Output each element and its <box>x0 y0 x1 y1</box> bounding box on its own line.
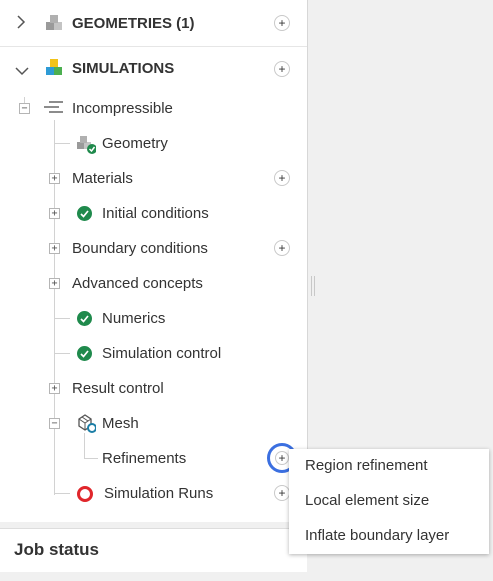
collapse-toggle[interactable]: − <box>49 418 60 429</box>
tree-item-label: Simulation Runs <box>104 485 214 502</box>
geometry-status-icon <box>76 134 97 154</box>
tree-guide <box>54 493 70 494</box>
tree-item-numerics[interactable]: Numerics <box>77 301 165 336</box>
tree-item-result-control[interactable]: Result control <box>72 371 164 406</box>
mesh-status-icon <box>76 411 97 437</box>
menu-item-region-refinement[interactable]: Region refinement <box>305 457 428 474</box>
tree-item-initial-conditions[interactable]: Initial conditions <box>77 196 209 231</box>
check-circle-icon <box>77 206 92 221</box>
tree-item-simulation-control[interactable]: Simulation control <box>77 336 221 371</box>
tree-item-label: Result control <box>72 380 164 397</box>
divider <box>0 46 307 47</box>
tree-item-simulation-runs[interactable]: Simulation Runs <box>77 476 213 511</box>
geometry-cubes-icon <box>44 14 64 38</box>
check-circle-icon <box>77 346 92 361</box>
tree-item-geometry[interactable]: Geometry <box>76 126 168 161</box>
error-status-icon <box>77 485 93 502</box>
panel-resize-handle[interactable] <box>311 276 315 296</box>
job-status-title: Job status <box>14 540 100 559</box>
add-simulation-run-button[interactable]: + <box>274 485 290 501</box>
tree-item-label: Materials <box>72 170 133 187</box>
tree-item-label: Initial conditions <box>102 205 209 222</box>
tree-item-advanced-concepts[interactable]: Advanced concepts <box>72 266 203 301</box>
tree-item-incompressible[interactable]: Incompressible <box>44 91 173 126</box>
menu-item-inflate-boundary-layer[interactable]: Inflate boundary layer <box>305 527 449 544</box>
simulations-header[interactable]: SIMULATIONS <box>0 51 307 86</box>
check-circle-icon <box>77 311 92 326</box>
tree-item-mesh[interactable]: Mesh <box>76 406 139 441</box>
simulations-label: SIMULATIONS <box>72 60 175 77</box>
tree-guide <box>84 458 98 459</box>
expand-toggle[interactable]: + <box>49 278 60 289</box>
expand-toggle[interactable]: + <box>49 383 60 394</box>
tree-item-label: Refinements <box>102 450 187 467</box>
tree-item-label: Numerics <box>102 310 166 327</box>
add-material-button[interactable]: + <box>274 170 290 186</box>
tree-item-label: Boundary conditions <box>72 240 208 257</box>
tree-item-label: Simulation control <box>102 345 222 362</box>
chevron-right-icon[interactable] <box>16 15 26 33</box>
menu-item-local-element-size[interactable]: Local element size <box>305 492 429 509</box>
tree-item-materials[interactable]: Materials <box>72 161 133 196</box>
plus-icon: + <box>275 451 289 465</box>
tree-guide <box>54 143 70 144</box>
simulation-cubes-icon <box>44 58 64 82</box>
job-status-panel[interactable]: Job status <box>0 528 307 572</box>
expand-toggle[interactable]: + <box>49 173 60 184</box>
geometries-header[interactable]: GEOMETRIES (1) <box>0 6 307 41</box>
tree-item-label: Geometry <box>102 135 168 152</box>
add-geometry-button[interactable]: + <box>274 15 290 31</box>
refinement-context-menu: Region refinement Local element size Inf… <box>289 449 489 554</box>
tree-item-label: Incompressible <box>72 100 173 117</box>
add-simulation-button[interactable]: + <box>274 61 290 77</box>
tree-item-boundary-conditions[interactable]: Boundary conditions <box>72 231 208 266</box>
collapse-toggle[interactable]: − <box>19 103 30 114</box>
tree-guide <box>54 318 70 319</box>
chevron-down-icon[interactable] <box>15 63 29 80</box>
add-boundary-condition-button[interactable]: + <box>274 240 290 256</box>
simulation-tree-panel: GEOMETRIES (1) + SIMULATIONS + − Incompr… <box>0 0 308 522</box>
tree-guide <box>54 353 70 354</box>
expand-toggle[interactable]: + <box>49 208 60 219</box>
tree-item-label: Advanced concepts <box>72 275 203 292</box>
tree-item-refinements[interactable]: Refinements <box>102 441 186 476</box>
geometries-label: GEOMETRIES (1) <box>72 15 195 32</box>
tree-item-label: Mesh <box>102 415 139 432</box>
expand-toggle[interactable]: + <box>49 243 60 254</box>
simulation-type-icon <box>44 100 64 118</box>
